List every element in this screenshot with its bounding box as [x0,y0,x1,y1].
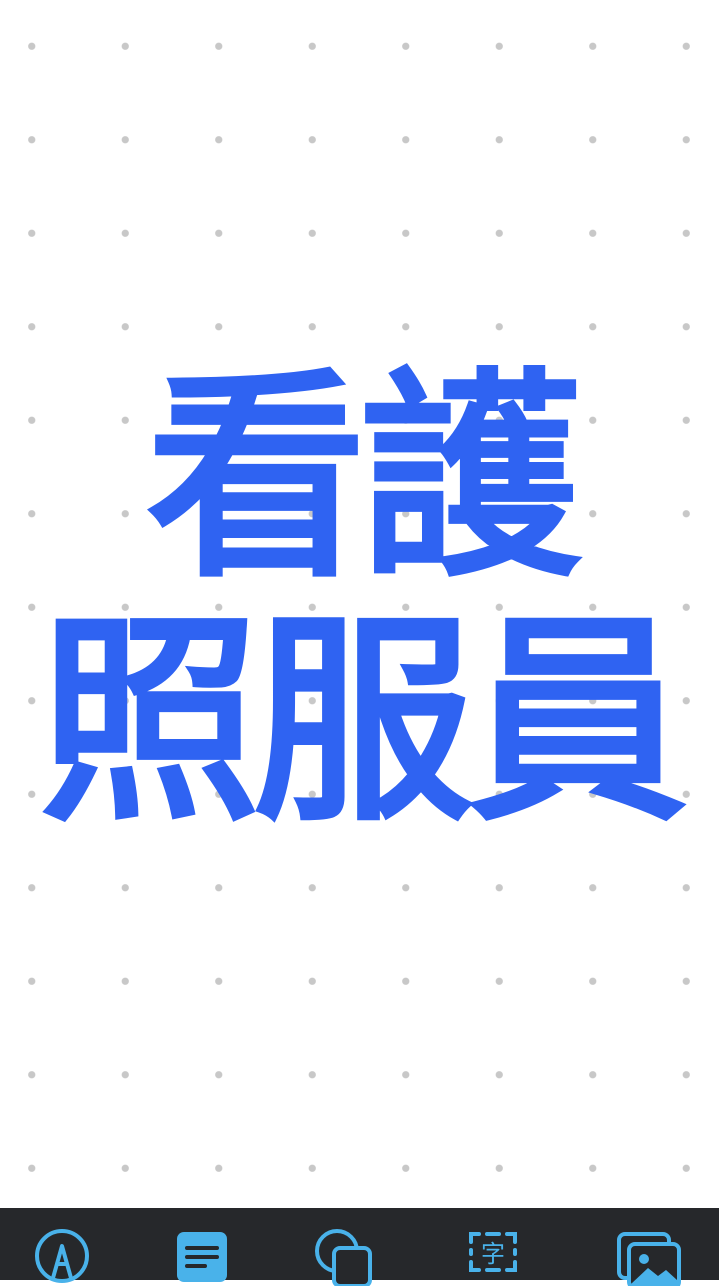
text-tool-glyph: 字 [481,1240,505,1268]
shapes-icon [315,1229,372,1286]
pen-icon [35,1229,89,1283]
headline-line-2: 照服員 [38,594,689,852]
dotted-canvas[interactable]: 看護 照服員 [0,0,719,1208]
text-tool-button[interactable]: 字 [463,1226,523,1286]
pen-tool-button[interactable] [32,1226,92,1286]
text-icon: 字 [469,1232,517,1272]
sticky-note-icon [177,1232,227,1282]
bottom-toolbar: 字 [0,1208,719,1286]
shapes-tool-button[interactable] [312,1226,372,1286]
headline-line-1: 看護 [145,350,582,608]
sticky-note-tool-button[interactable] [172,1226,232,1286]
image-icon [617,1232,681,1286]
image-tool-button[interactable] [616,1226,681,1286]
